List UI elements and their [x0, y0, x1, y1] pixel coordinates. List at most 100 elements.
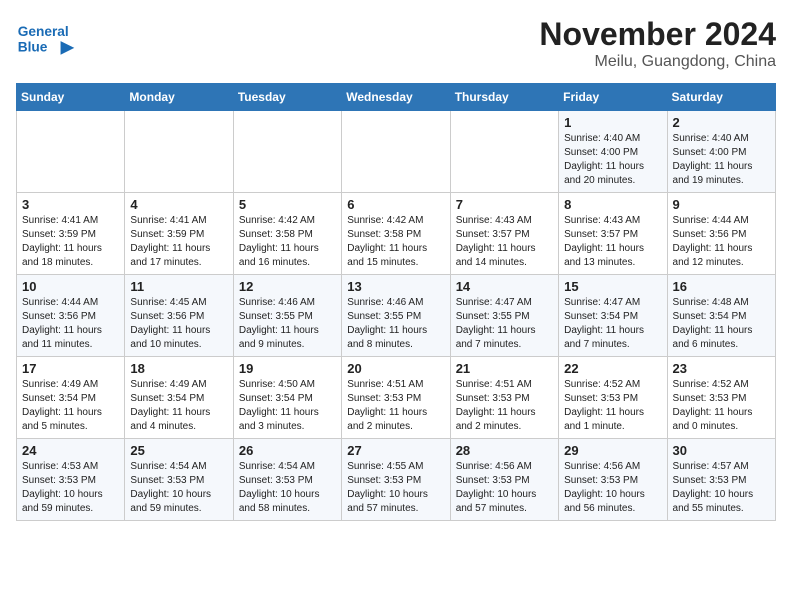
- day-number: 17: [22, 361, 119, 376]
- calendar-day-cell: [342, 111, 450, 193]
- calendar-title: November 2024: [539, 16, 776, 53]
- day-number: 15: [564, 279, 661, 294]
- calendar-subtitle: Meilu, Guangdong, China: [539, 53, 776, 71]
- weekday-header-friday: Friday: [559, 84, 667, 111]
- day-number: 29: [564, 443, 661, 458]
- day-info: Sunrise: 4:43 AM Sunset: 3:57 PM Dayligh…: [564, 214, 661, 270]
- day-info: Sunrise: 4:56 AM Sunset: 3:53 PM Dayligh…: [564, 460, 661, 516]
- day-number: 3: [22, 197, 119, 212]
- weekday-header-tuesday: Tuesday: [233, 84, 341, 111]
- day-number: 12: [239, 279, 336, 294]
- day-number: 5: [239, 197, 336, 212]
- weekday-header-sunday: Sunday: [17, 84, 125, 111]
- day-number: 16: [673, 279, 770, 294]
- calendar-day-cell: 1Sunrise: 4:40 AM Sunset: 4:00 PM Daylig…: [559, 111, 667, 193]
- day-info: Sunrise: 4:52 AM Sunset: 3:53 PM Dayligh…: [564, 378, 661, 434]
- calendar-day-cell: 22 Sunrise: 4:52 AM Sunset: 3:53 PM Dayli…: [559, 357, 667, 439]
- weekday-header-monday: Monday: [125, 84, 233, 111]
- page-header: General Blue November 2024 Meilu, Guangd…: [16, 16, 776, 71]
- day-number: 6: [347, 197, 444, 212]
- day-number: 10: [22, 279, 119, 294]
- day-info: Sunrise: 4:49 AM Sunset: 3:54 PM Dayligh…: [130, 378, 227, 434]
- day-number: 7: [456, 197, 553, 212]
- day-info: Sunrise: 4:49 AM Sunset: 3:54 PM Dayligh…: [22, 378, 119, 434]
- calendar-day-cell: 5 Sunrise: 4:42 AM Sunset: 3:58 PM Daylig…: [233, 193, 341, 275]
- calendar-week-row: 10 Sunrise: 4:44 AM Sunset: 3:56 PM Dayli…: [17, 275, 776, 357]
- day-number: 11: [130, 279, 227, 294]
- day-info: Sunrise: 4:48 AM Sunset: 3:54 PM Dayligh…: [673, 296, 770, 352]
- calendar-day-cell: 18 Sunrise: 4:49 AM Sunset: 3:54 PM Dayli…: [125, 357, 233, 439]
- day-number: 30: [673, 443, 770, 458]
- day-info: Sunrise: 4:42 AM Sunset: 3:58 PM Dayligh…: [347, 214, 444, 270]
- calendar-day-cell: 10 Sunrise: 4:44 AM Sunset: 3:56 PM Dayli…: [17, 275, 125, 357]
- svg-text:Blue: Blue: [18, 39, 48, 54]
- day-number: 27: [347, 443, 444, 458]
- calendar-day-cell: 29 Sunrise: 4:56 AM Sunset: 3:53 PM Dayli…: [559, 439, 667, 521]
- day-info: Sunrise: 4:41 AM Sunset: 3:59 PM Dayligh…: [130, 214, 227, 270]
- calendar-day-cell: 12 Sunrise: 4:46 AM Sunset: 3:55 PM Dayli…: [233, 275, 341, 357]
- day-number: 24: [22, 443, 119, 458]
- day-info: Sunrise: 4:53 AM Sunset: 3:53 PM Dayligh…: [22, 460, 119, 516]
- calendar-day-cell: [233, 111, 341, 193]
- calendar-day-cell: 13 Sunrise: 4:46 AM Sunset: 3:55 PM Dayli…: [342, 275, 450, 357]
- day-number: 9: [673, 197, 770, 212]
- day-info: Sunrise: 4:57 AM Sunset: 3:53 PM Dayligh…: [673, 460, 770, 516]
- calendar-day-cell: 26Sunrise: 4:54 AM Sunset: 3:53 PM Dayli…: [233, 439, 341, 521]
- day-info: Sunrise: 4:50 AM Sunset: 3:54 PM Dayligh…: [239, 378, 336, 434]
- calendar-day-cell: [17, 111, 125, 193]
- title-block: November 2024 Meilu, Guangdong, China: [539, 16, 776, 71]
- svg-text:General: General: [18, 24, 69, 39]
- calendar-day-cell: 19 Sunrise: 4:50 AM Sunset: 3:54 PM Dayli…: [233, 357, 341, 439]
- calendar-day-cell: 17 Sunrise: 4:49 AM Sunset: 3:54 PM Dayli…: [17, 357, 125, 439]
- logo: General Blue: [16, 16, 76, 61]
- day-info: Sunrise: 4:43 AM Sunset: 3:57 PM Dayligh…: [456, 214, 553, 270]
- day-info: Sunrise: 4:42 AM Sunset: 3:58 PM Dayligh…: [239, 214, 336, 270]
- weekday-header-thursday: Thursday: [450, 84, 558, 111]
- calendar-day-cell: 14 Sunrise: 4:47 AM Sunset: 3:55 PM Dayli…: [450, 275, 558, 357]
- day-number: 20: [347, 361, 444, 376]
- day-number: 1: [564, 115, 661, 130]
- day-info: Sunrise: 4:51 AM Sunset: 3:53 PM Dayligh…: [347, 378, 444, 434]
- day-info: Sunrise: 4:51 AM Sunset: 3:53 PM Dayligh…: [456, 378, 553, 434]
- calendar-week-row: 1 Sunrise: 4:40 AM Sunset: 4:00 PM Daylig…: [17, 111, 776, 193]
- day-info: Sunrise: 4:54 AM Sunset: 3:53 PM Dayligh…: [239, 460, 336, 516]
- day-info: Sunrise: 4:45 AM Sunset: 3:56 PM Dayligh…: [130, 296, 227, 352]
- calendar-day-cell: 16 Sunrise: 4:48 AM Sunset: 3:54 PM Dayli…: [667, 275, 775, 357]
- calendar-day-cell: 15 Sunrise: 4:47 AM Sunset: 3:54 PM Dayli…: [559, 275, 667, 357]
- day-info: Sunrise: 4:54 AM Sunset: 3:53 PM Dayligh…: [130, 460, 227, 516]
- calendar-week-row: 17 Sunrise: 4:49 AM Sunset: 3:54 PM Dayli…: [17, 357, 776, 439]
- day-info: Sunrise: 4:55 AM Sunset: 3:53 PM Dayligh…: [347, 460, 444, 516]
- day-number: 19: [239, 361, 336, 376]
- day-number: 22: [564, 361, 661, 376]
- calendar-week-row: 24 Sunrise: 4:53 AM Sunset: 3:53 PM Dayli…: [17, 439, 776, 521]
- day-info: Sunrise: 4:56 AM Sunset: 3:53 PM Dayligh…: [456, 460, 553, 516]
- calendar-day-cell: [450, 111, 558, 193]
- day-number: 23: [673, 361, 770, 376]
- day-number: 14: [456, 279, 553, 294]
- day-info: Sunrise: 4:46 AM Sunset: 3:55 PM Dayligh…: [239, 296, 336, 352]
- calendar-day-cell: 28 Sunrise: 4:56 AM Sunset: 3:53 PM Dayli…: [450, 439, 558, 521]
- day-number: 13: [347, 279, 444, 294]
- calendar-day-cell: 11 Sunrise: 4:45 AM Sunset: 3:56 PM Dayli…: [125, 275, 233, 357]
- day-info: Sunrise: 4:44 AM Sunset: 3:56 PM Dayligh…: [22, 296, 119, 352]
- day-number: 25: [130, 443, 227, 458]
- day-info: Sunrise: 4:52 AM Sunset: 3:53 PM Dayligh…: [673, 378, 770, 434]
- day-info: Sunrise: 4:41 AM Sunset: 3:59 PM Dayligh…: [22, 214, 119, 270]
- day-info: Sunrise: 4:40 AM Sunset: 4:00 PM Dayligh…: [673, 132, 770, 188]
- day-info: Sunrise: 4:46 AM Sunset: 3:55 PM Dayligh…: [347, 296, 444, 352]
- calendar-day-cell: [125, 111, 233, 193]
- calendar-day-cell: 27 Sunrise: 4:55 AM Sunset: 3:53 PM Dayli…: [342, 439, 450, 521]
- calendar-day-cell: 8Sunrise: 4:43 AM Sunset: 3:57 PM Daylig…: [559, 193, 667, 275]
- calendar-day-cell: 7 Sunrise: 4:43 AM Sunset: 3:57 PM Daylig…: [450, 193, 558, 275]
- calendar-table: SundayMondayTuesdayWednesdayThursdayFrid…: [16, 83, 776, 521]
- day-number: 18: [130, 361, 227, 376]
- weekday-header-wednesday: Wednesday: [342, 84, 450, 111]
- weekday-header-row: SundayMondayTuesdayWednesdayThursdayFrid…: [17, 84, 776, 111]
- day-info: Sunrise: 4:47 AM Sunset: 3:54 PM Dayligh…: [564, 296, 661, 352]
- calendar-day-cell: 3 Sunrise: 4:41 AM Sunset: 3:59 PM Daylig…: [17, 193, 125, 275]
- calendar-day-cell: 25 Sunrise: 4:54 AM Sunset: 3:53 PM Dayli…: [125, 439, 233, 521]
- calendar-day-cell: 21Sunrise: 4:51 AM Sunset: 3:53 PM Dayli…: [450, 357, 558, 439]
- day-number: 2: [673, 115, 770, 130]
- day-number: 28: [456, 443, 553, 458]
- day-info: Sunrise: 4:47 AM Sunset: 3:55 PM Dayligh…: [456, 296, 553, 352]
